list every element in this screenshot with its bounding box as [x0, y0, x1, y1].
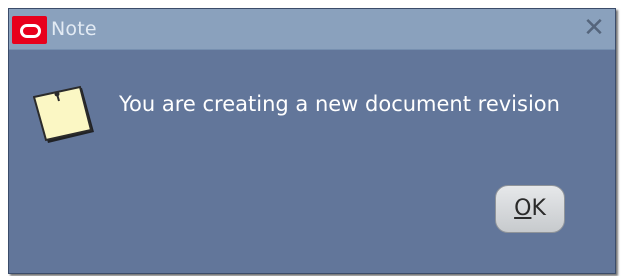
ok-label-rest: K — [531, 196, 546, 221]
dialog-message: You are creating a new document revision — [119, 92, 560, 116]
title-bar[interactable]: Note ✕ — [9, 9, 615, 50]
logo-ring — [20, 24, 41, 38]
ok-mnemonic: O — [514, 196, 532, 221]
close-button[interactable]: ✕ — [581, 15, 607, 41]
ok-button[interactable]: OK — [495, 185, 565, 233]
oracle-logo-icon — [12, 16, 47, 44]
window-title: Note — [51, 18, 97, 40]
note-icon — [32, 85, 97, 149]
note-dialog: Note ✕ You are creating a new document r… — [8, 8, 616, 274]
